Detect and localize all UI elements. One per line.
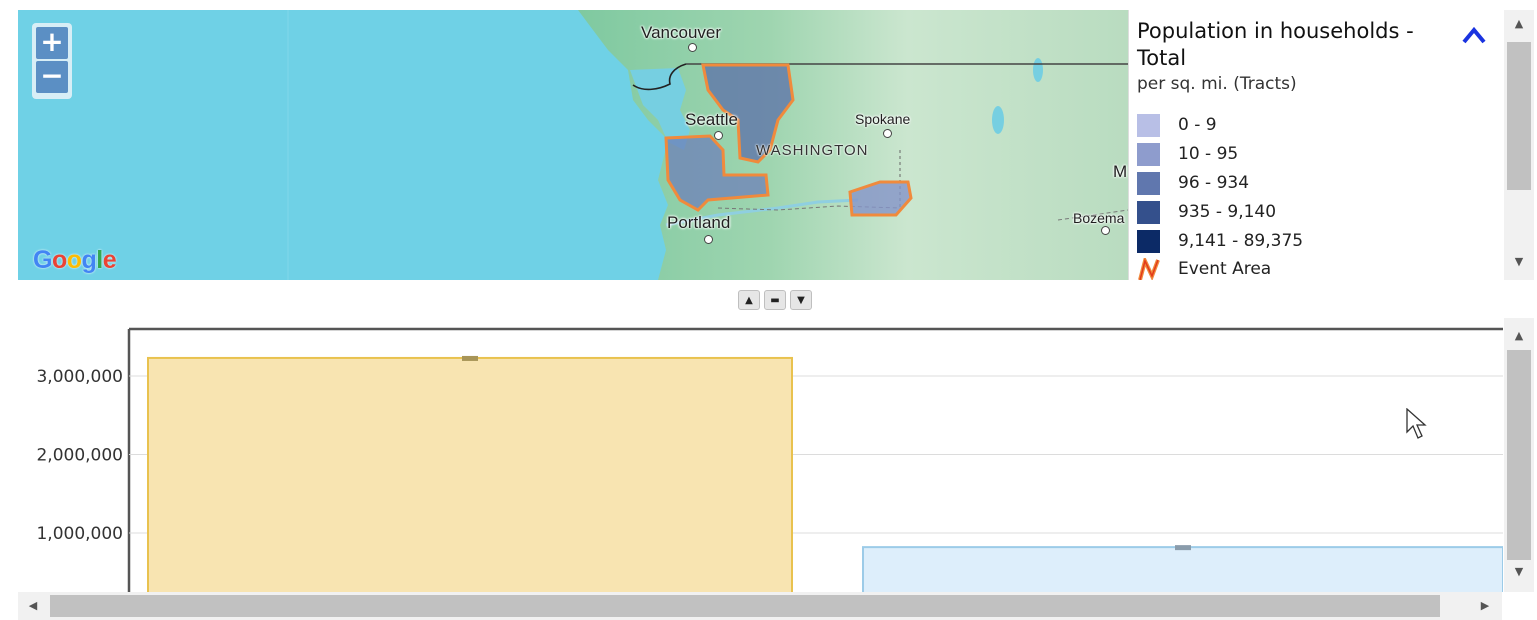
city-label-spokane: Spokane xyxy=(855,111,911,127)
legend-label: 0 - 9 xyxy=(1178,115,1217,135)
scrollbar-thumb[interactable] xyxy=(1507,42,1531,190)
zoom-out-button[interactable]: − xyxy=(36,61,68,93)
map-canvas[interactable] xyxy=(18,10,1128,280)
legend-swatch xyxy=(1137,201,1160,224)
legend-subtitle: per sq. mi. (Tracts) xyxy=(1137,74,1297,94)
legend-label: Event Area xyxy=(1178,259,1272,279)
legend-swatch xyxy=(1137,143,1160,166)
city-marker xyxy=(1101,226,1110,235)
map-legend: Population in households - Total per sq.… xyxy=(1128,10,1502,280)
lake xyxy=(992,106,1004,134)
legend-label: 96 - 934 xyxy=(1178,173,1250,193)
city-label-seattle: Seattle xyxy=(685,110,738,129)
splitter-middle-button[interactable]: ▬ xyxy=(764,290,786,310)
legend-label: 10 - 95 xyxy=(1178,144,1239,164)
y-tick-label: 1,000,000 xyxy=(36,524,123,544)
scroll-right-arrow[interactable]: ▶ xyxy=(1470,592,1500,620)
chart-vertical-scrollbar[interactable]: ▲ ▼ xyxy=(1504,318,1534,592)
chevron-up-icon xyxy=(1462,26,1486,44)
scroll-down-arrow[interactable]: ▼ xyxy=(1504,252,1534,272)
scroll-up-arrow[interactable]: ▲ xyxy=(1504,326,1534,346)
city-marker xyxy=(688,43,697,52)
horizontal-scrollbar[interactable]: ◀ ▶ xyxy=(18,592,1502,620)
bar xyxy=(147,356,793,592)
bar-marker xyxy=(1175,545,1191,551)
bar xyxy=(862,546,1503,592)
city-marker xyxy=(714,131,723,140)
lake xyxy=(1033,58,1043,82)
scrollbar-thumb[interactable] xyxy=(1507,350,1531,560)
state-label: WASHINGTON xyxy=(756,142,869,159)
legend-label: 935 - 9,140 xyxy=(1178,202,1277,222)
legend-swatch xyxy=(1137,172,1160,195)
mouse-cursor-icon xyxy=(1406,408,1427,439)
city-marker xyxy=(883,129,892,138)
splitter-up-button[interactable]: ▲ xyxy=(738,290,760,310)
legend-collapse-button[interactable] xyxy=(1461,26,1487,46)
map-vertical-scrollbar[interactable]: ▲ ▼ xyxy=(1504,10,1534,280)
city-label-portland: Portland xyxy=(667,213,731,232)
bar-chart: 3,000,000 2,000,000 1,000,000 xyxy=(0,318,1503,592)
city-label-partial: M xyxy=(1113,162,1128,181)
scroll-up-arrow[interactable]: ▲ xyxy=(1504,14,1534,34)
scroll-left-arrow[interactable]: ◀ xyxy=(18,592,48,620)
city-marker xyxy=(704,235,713,244)
legend-swatch xyxy=(1137,114,1160,137)
legend-swatch xyxy=(1137,230,1160,253)
y-tick-label: 3,000,000 xyxy=(36,367,123,387)
splitter-down-button[interactable]: ▼ xyxy=(790,290,812,310)
city-label-bozeman: Bozema xyxy=(1073,210,1125,226)
scrollbar-thumb[interactable] xyxy=(50,595,1440,617)
event-area-icon xyxy=(1138,258,1160,280)
y-tick-label: 2,000,000 xyxy=(36,446,123,466)
bar-marker xyxy=(462,355,478,361)
panel-splitter: ▲ ▬ ▼ xyxy=(738,290,814,310)
scroll-down-arrow[interactable]: ▼ xyxy=(1504,562,1534,582)
google-logo: Google xyxy=(33,246,117,274)
zoom-controls: + − xyxy=(32,23,72,99)
legend-title: Population in households - Total xyxy=(1137,19,1414,70)
chart-canvas: 3,000,000 2,000,000 1,000,000 xyxy=(36,327,1503,592)
legend-label: 9,141 - 89,375 xyxy=(1178,231,1304,251)
zoom-in-button[interactable]: + xyxy=(36,27,68,59)
city-label-vancouver: Vancouver xyxy=(641,23,722,42)
